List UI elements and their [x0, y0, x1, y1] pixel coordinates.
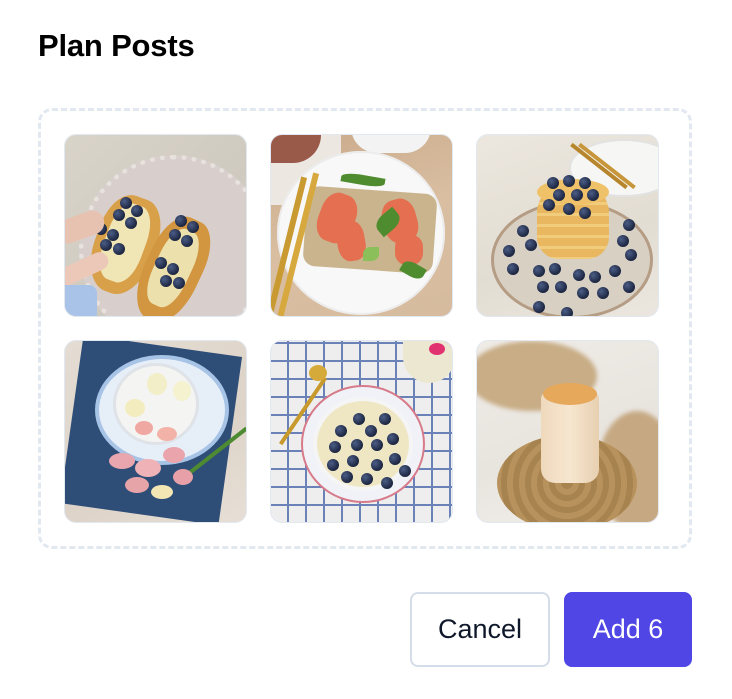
salmon-toast-image — [271, 135, 452, 316]
post-image-tile[interactable] — [476, 134, 659, 317]
dialog-title: Plan Posts — [38, 28, 195, 63]
croissant-toast-image — [65, 135, 246, 316]
add-posts-button[interactable]: Add 6 — [564, 592, 692, 667]
post-image-tile[interactable] — [64, 134, 247, 317]
custard-blueberries-image — [271, 341, 452, 522]
post-image-tile[interactable] — [476, 340, 659, 523]
tea-cup-flowers-image — [65, 341, 246, 522]
post-image-tile[interactable] — [64, 340, 247, 523]
iced-latte-image — [477, 341, 658, 522]
cancel-button[interactable]: Cancel — [410, 592, 550, 667]
post-image-tile[interactable] — [270, 340, 453, 523]
post-image-grid — [64, 134, 659, 523]
post-image-tile[interactable] — [270, 134, 453, 317]
pancake-stack-image — [477, 135, 658, 316]
